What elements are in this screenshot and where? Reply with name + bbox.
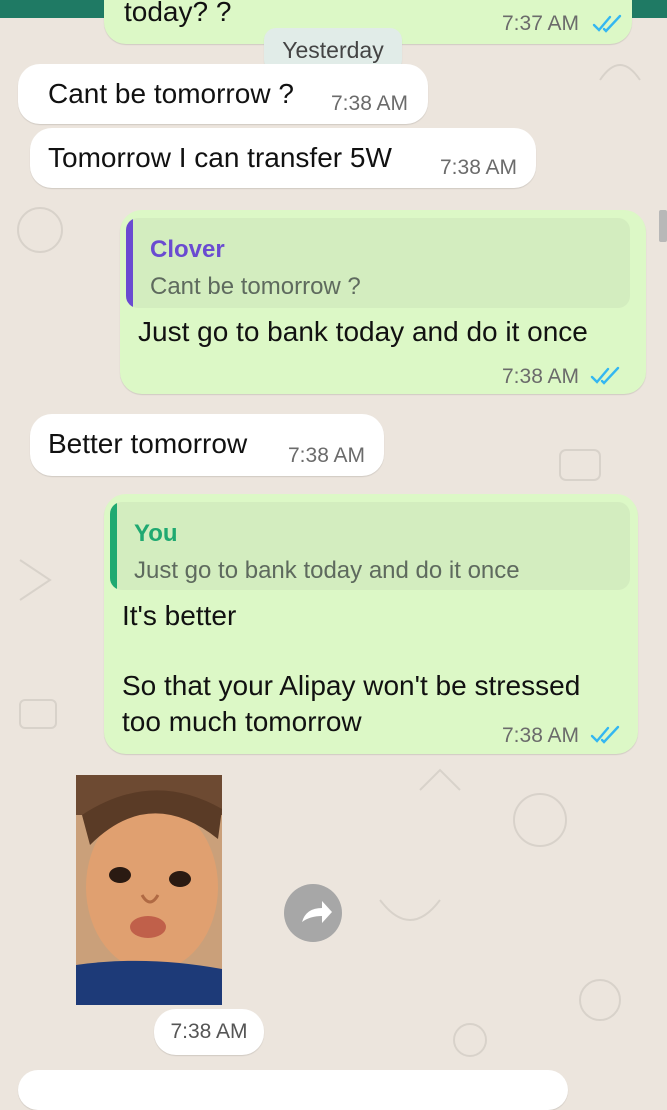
message-text: Better tomorrow (48, 428, 248, 459)
message-text-line: So that your Alipay won't be stressed (122, 670, 581, 701)
double-check-icon (592, 14, 622, 33)
message-time: 7:38 AM (331, 92, 409, 115)
quote-accent-bar (110, 502, 117, 590)
message-bubble-outgoing[interactable]: Clover Cant be tomorrow ? Just go to ban… (120, 210, 646, 394)
message-bubble-incoming[interactable]: Tomorrow I can transfer 5W 7:38 AM (30, 128, 536, 188)
baby-face-image (76, 775, 222, 1005)
forward-icon (302, 901, 332, 923)
message-bubble-incoming[interactable]: Better tomorrow 7:38 AM (30, 414, 384, 476)
message-time: 7:38 AM (288, 444, 366, 467)
quote-text: Just go to bank today and do it once (134, 557, 520, 584)
message-text-line: It's better (122, 600, 237, 631)
quote-sender-name: Clover (150, 236, 225, 263)
message-text: Tomorrow I can transfer 5W (48, 142, 392, 173)
quote-text: Cant be tomorrow ? (150, 273, 361, 300)
message-time: 7:38 AM (502, 724, 580, 747)
message-time: 7:38 AM (154, 1009, 264, 1055)
double-check-icon (590, 366, 620, 385)
quoted-message[interactable]: You Just go to bank today and do it once (110, 502, 630, 590)
scrollbar[interactable] (659, 210, 667, 242)
double-check-icon (590, 725, 620, 744)
message-bubble-incoming[interactable]: Cant be tomorrow ? 7:38 AM (18, 64, 428, 124)
message-text-line: too much tomorrow (122, 706, 362, 737)
message-time: 7:37 AM (502, 12, 580, 35)
sticker-image[interactable] (76, 775, 222, 1005)
message-text: Just go to bank today and do it once (138, 316, 588, 347)
message-time: 7:38 AM (502, 365, 580, 388)
forward-button[interactable] (284, 884, 342, 942)
quote-accent-bar (126, 218, 133, 308)
quote-sender-name: You (134, 520, 178, 547)
message-time: 7:38 AM (440, 156, 518, 179)
message-bubble-outgoing[interactable]: You Just go to bank today and do it once… (104, 494, 638, 754)
message-bubble-partial-bottom[interactable] (18, 1070, 568, 1110)
quoted-message[interactable]: Clover Cant be tomorrow ? (126, 218, 630, 308)
message-text: Cant be tomorrow ? (48, 78, 294, 109)
message-text: today? ? (124, 0, 232, 27)
